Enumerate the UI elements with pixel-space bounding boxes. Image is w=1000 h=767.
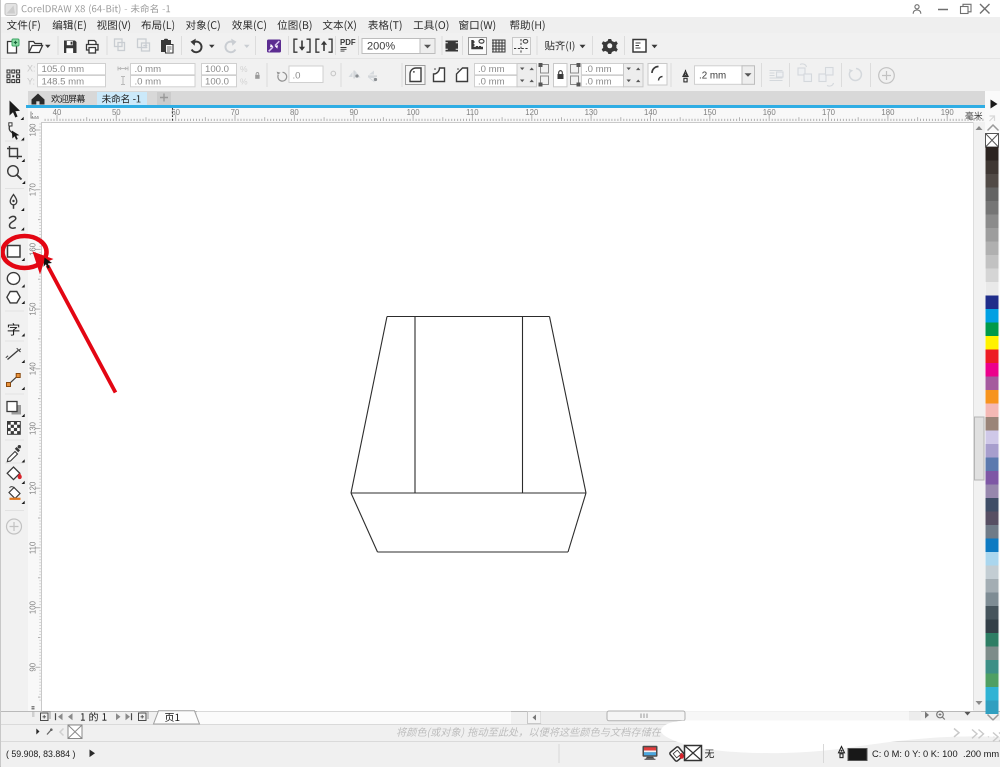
svg-text:.0 mm: .0 mm [585, 64, 612, 75]
svg-text:190: 190 [941, 108, 955, 117]
svg-text:50: 50 [112, 108, 121, 117]
svg-text:X:: X: [27, 64, 36, 74]
svg-text:200%: 200% [367, 41, 395, 53]
svg-text:C: 0 M: 0 Y: 0 K: 100: C: 0 M: 0 Y: 0 K: 100 [872, 749, 958, 759]
svg-text:70: 70 [231, 108, 240, 117]
svg-text:100.0: 100.0 [205, 64, 229, 75]
svg-text:.0 mm: .0 mm [135, 64, 162, 75]
svg-text:.200 mm: .200 mm [963, 749, 999, 759]
svg-text:( 59.908, 83.884 ): ( 59.908, 83.884 ) [6, 749, 76, 759]
svg-text:40: 40 [53, 108, 62, 117]
svg-text:PDF: PDF [340, 38, 356, 47]
svg-text:.0 mm: .0 mm [135, 77, 162, 88]
svg-text:180: 180 [881, 108, 895, 117]
svg-text:100.0: 100.0 [205, 77, 229, 88]
svg-text:170: 170 [822, 108, 836, 117]
svg-text:105.0 mm: 105.0 mm [42, 64, 85, 75]
svg-text:.0 mm: .0 mm [478, 64, 505, 75]
svg-text:.0 mm: .0 mm [585, 77, 612, 88]
svg-text:80: 80 [290, 108, 299, 117]
svg-text:.0: .0 [293, 70, 301, 81]
svg-text:90: 90 [349, 108, 358, 117]
svg-text:150: 150 [703, 108, 717, 117]
svg-text:.2 mm: .2 mm [699, 71, 726, 82]
svg-text:120: 120 [525, 108, 539, 117]
svg-text:160: 160 [763, 108, 777, 117]
svg-text:148.5 mm: 148.5 mm [42, 77, 85, 88]
svg-text:%: % [240, 77, 248, 87]
svg-text:.0 mm: .0 mm [478, 77, 505, 88]
svg-text:100: 100 [407, 108, 421, 117]
svg-text:Y:: Y: [27, 77, 35, 87]
svg-text:110: 110 [466, 108, 479, 117]
svg-text:130: 130 [585, 108, 599, 117]
svg-text:140: 140 [644, 108, 658, 117]
svg-text:%: % [240, 64, 248, 74]
